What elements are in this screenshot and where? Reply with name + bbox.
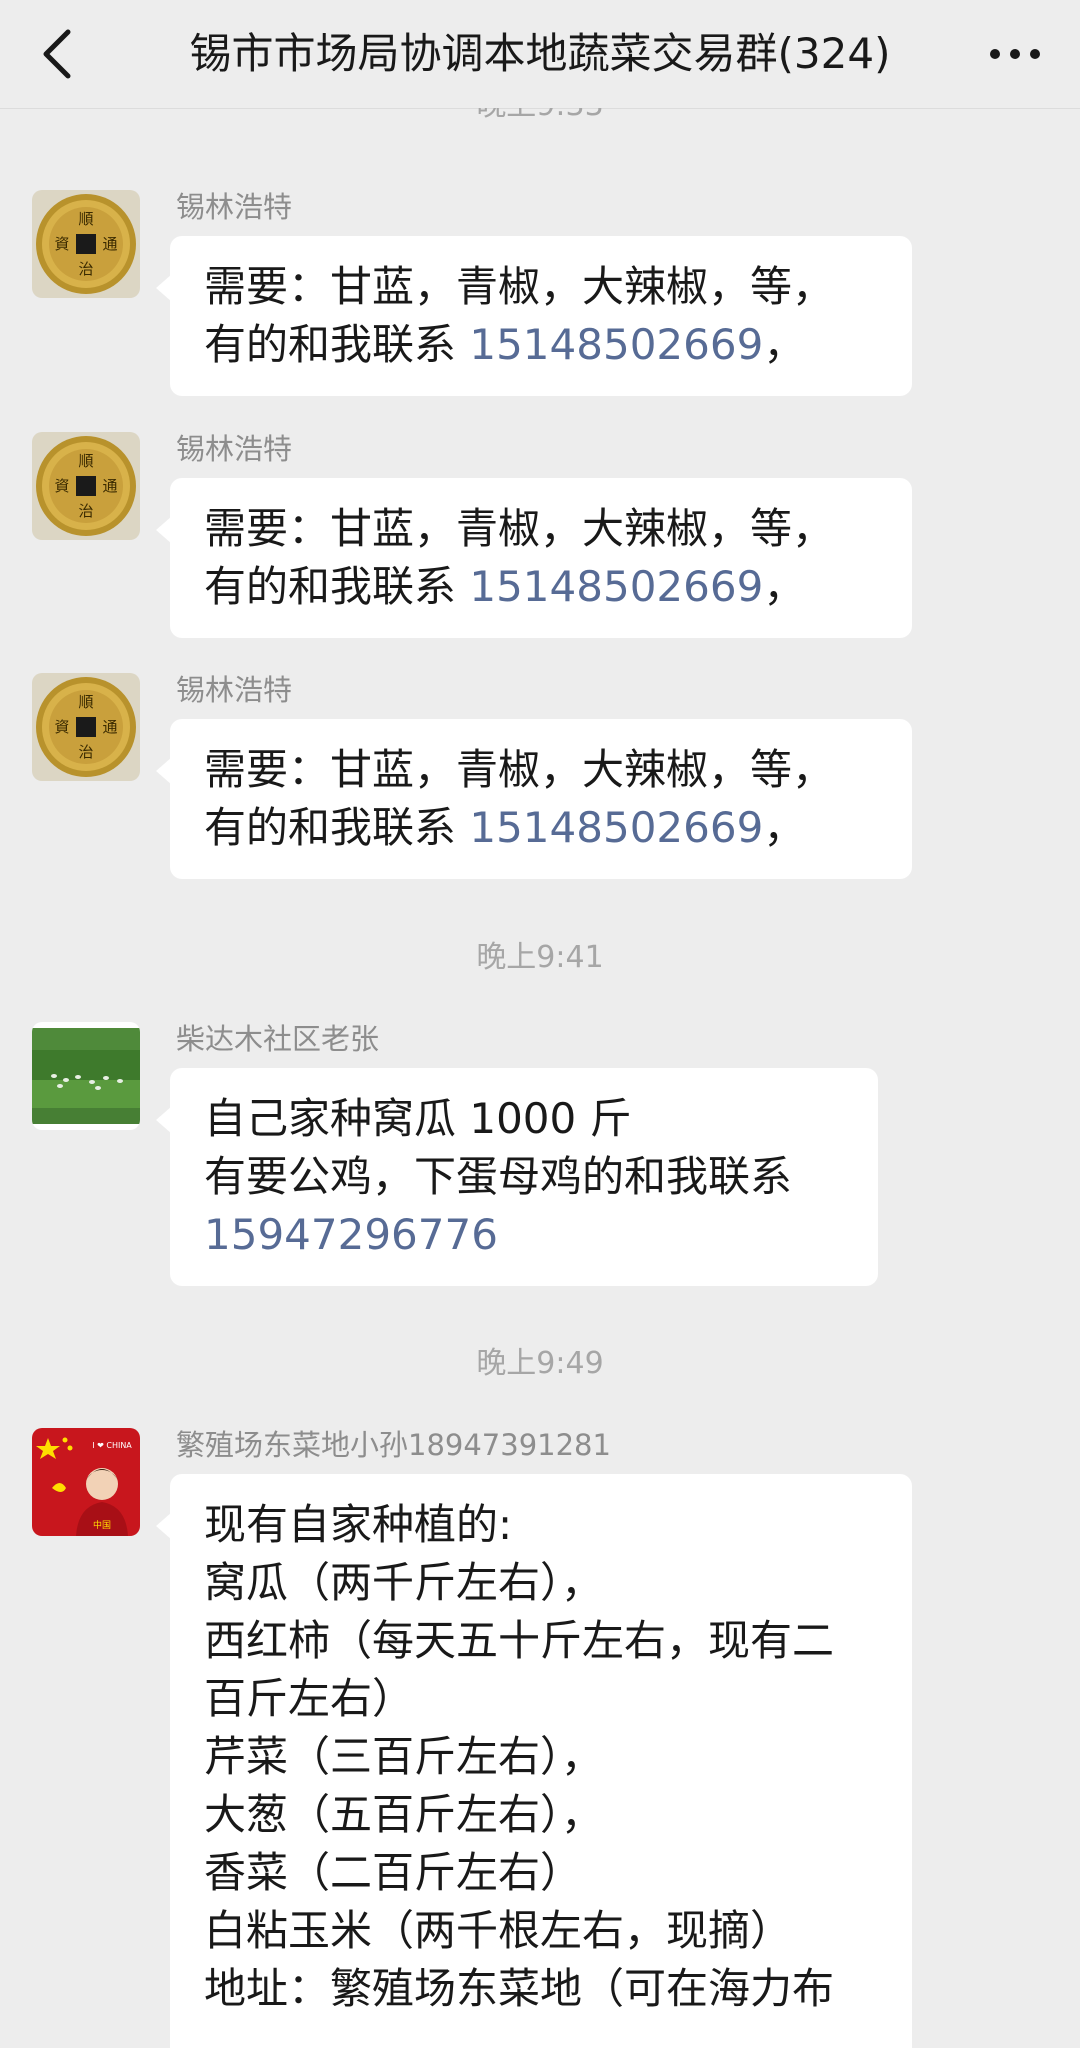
- phone-link[interactable]: 15148502669: [469, 803, 763, 852]
- coin-char: 順: [78, 452, 93, 470]
- coin-avatar-icon: 順 通 資 治: [32, 673, 140, 781]
- chevron-left-icon: [43, 29, 71, 79]
- timestamp: 晚上9:49: [476, 1346, 604, 1381]
- message-line: 现有自家种植的:: [204, 1500, 513, 1549]
- coin-char: 順: [78, 693, 93, 711]
- sender-avatar[interactable]: 順 通 資 治: [32, 432, 140, 540]
- back-button[interactable]: [26, 22, 90, 86]
- avatar-caption: I ❤ CHINA: [92, 1441, 132, 1450]
- message-line: 需要：甘蓝，青椒，大辣椒，等，: [204, 745, 835, 794]
- coin-char: 治: [78, 502, 93, 520]
- message-suffix: ，: [763, 803, 806, 852]
- message-text: 有的和我联系: [204, 562, 470, 611]
- chat-title: 锡市市场局协调本地蔬菜交易群(324): [189, 29, 891, 78]
- message-line: 西红柿（每天五十斤左右，现有二: [204, 1616, 835, 1665]
- message-line: 有的和我联系 15148502669，: [204, 316, 882, 374]
- message-suffix: ，: [763, 320, 806, 369]
- message-line: 需要：甘蓝，青椒，大辣椒，等，: [204, 262, 835, 311]
- coin-char: 通: [102, 477, 117, 495]
- grassland-avatar-icon: [32, 1022, 140, 1130]
- coin-avatar-icon: 順 通 資 治: [32, 190, 140, 298]
- message-bubble[interactable]: 需要：甘蓝，青椒，大辣椒，等， 有的和我联系 15148502669，: [156, 478, 912, 638]
- sender-avatar[interactable]: 順 通 資 治: [32, 673, 140, 781]
- coin-char: 治: [78, 743, 93, 761]
- sender-name: 锡林浩特: [176, 432, 293, 466]
- coin-char: 資: [54, 477, 69, 495]
- sender-avatar[interactable]: 順 通 資 治: [32, 190, 140, 298]
- message-bubble[interactable]: 需要：甘蓝，青椒，大辣椒，等， 有的和我联系 15148502669，: [156, 236, 912, 396]
- sender-name: 锡林浩特: [176, 190, 293, 224]
- message-line: 百斤左右）: [204, 1674, 415, 1723]
- sender-name: 柴达木社区老张: [176, 1022, 380, 1056]
- message-line: 大葱（五百斤左右），: [204, 1790, 604, 1839]
- coin-avatar-icon: 順 通 資 治: [32, 432, 140, 540]
- message-line: 香菜（二百斤左右）: [204, 1848, 583, 1897]
- sender-avatar[interactable]: I ❤ CHINA 中国: [32, 1428, 140, 1536]
- phone-link[interactable]: 15148502669: [469, 320, 763, 369]
- coin-char: 治: [78, 260, 93, 278]
- more-button[interactable]: [980, 30, 1050, 78]
- message-bubble[interactable]: 需要：甘蓝，青椒，大辣椒，等， 有的和我联系 15148502669，: [156, 719, 912, 879]
- timestamp: 晚上9:41: [476, 940, 604, 975]
- message-line: 芹菜（三百斤左右），: [204, 1732, 604, 1781]
- message-text: 有的和我联系: [204, 803, 470, 852]
- coin-char: 資: [54, 235, 69, 253]
- coin-char: 通: [102, 235, 117, 253]
- flag-avatar-icon: I ❤ CHINA 中国: [32, 1428, 140, 1536]
- chat-header: 锡市市场局协调本地蔬菜交易群(324): [0, 0, 1080, 109]
- message-bubble[interactable]: 自己家种窝瓜 1000 斤 有要公鸡，下蛋母鸡的和我联系 15947296776: [156, 1068, 878, 1286]
- coin-char: 資: [54, 718, 69, 736]
- sender-name: 繁殖场东菜地小孙18947391281: [176, 1428, 611, 1462]
- phone-link[interactable]: 15947296776: [204, 1206, 848, 1264]
- phone-link[interactable]: 15148502669: [469, 562, 763, 611]
- more-dots-icon: [990, 49, 1040, 59]
- timestamp: 晚上9:33: [0, 108, 1080, 124]
- sender-name: 锡林浩特: [176, 673, 293, 707]
- message-suffix: ，: [763, 562, 806, 611]
- message-line: 自己家种窝瓜 1000 斤: [204, 1094, 632, 1143]
- message-text: 有的和我联系: [204, 320, 470, 369]
- message-list[interactable]: 晚上9:33 順 通 資 治 锡林浩特 需要：甘蓝，青椒，大辣椒，等， 有的和我…: [0, 108, 1080, 2048]
- message-line: 有的和我联系 15148502669，: [204, 799, 882, 857]
- message-bubble[interactable]: 现有自家种植的: 窝瓜（两千斤左右）， 西红柿（每天五十斤左右，现有二 百斤左右…: [156, 1474, 912, 2048]
- coin-char: 順: [78, 210, 93, 228]
- message-line: 窝瓜（两千斤左右），: [204, 1558, 604, 1607]
- sender-avatar[interactable]: [32, 1022, 140, 1130]
- message-line: 有要公鸡，下蛋母鸡的和我联系: [204, 1152, 793, 1201]
- message-line: 有的和我联系 15148502669，: [204, 558, 882, 616]
- coin-char: 通: [102, 718, 117, 736]
- avatar-caption: 中国: [93, 1519, 111, 1531]
- message-line: 地址：繁殖场东菜地（可在海力布: [204, 1964, 835, 2013]
- message-line: 白粘玉米（两千根左右，现摘）: [204, 1906, 793, 1955]
- message-line: 需要：甘蓝，青椒，大辣椒，等，: [204, 504, 835, 553]
